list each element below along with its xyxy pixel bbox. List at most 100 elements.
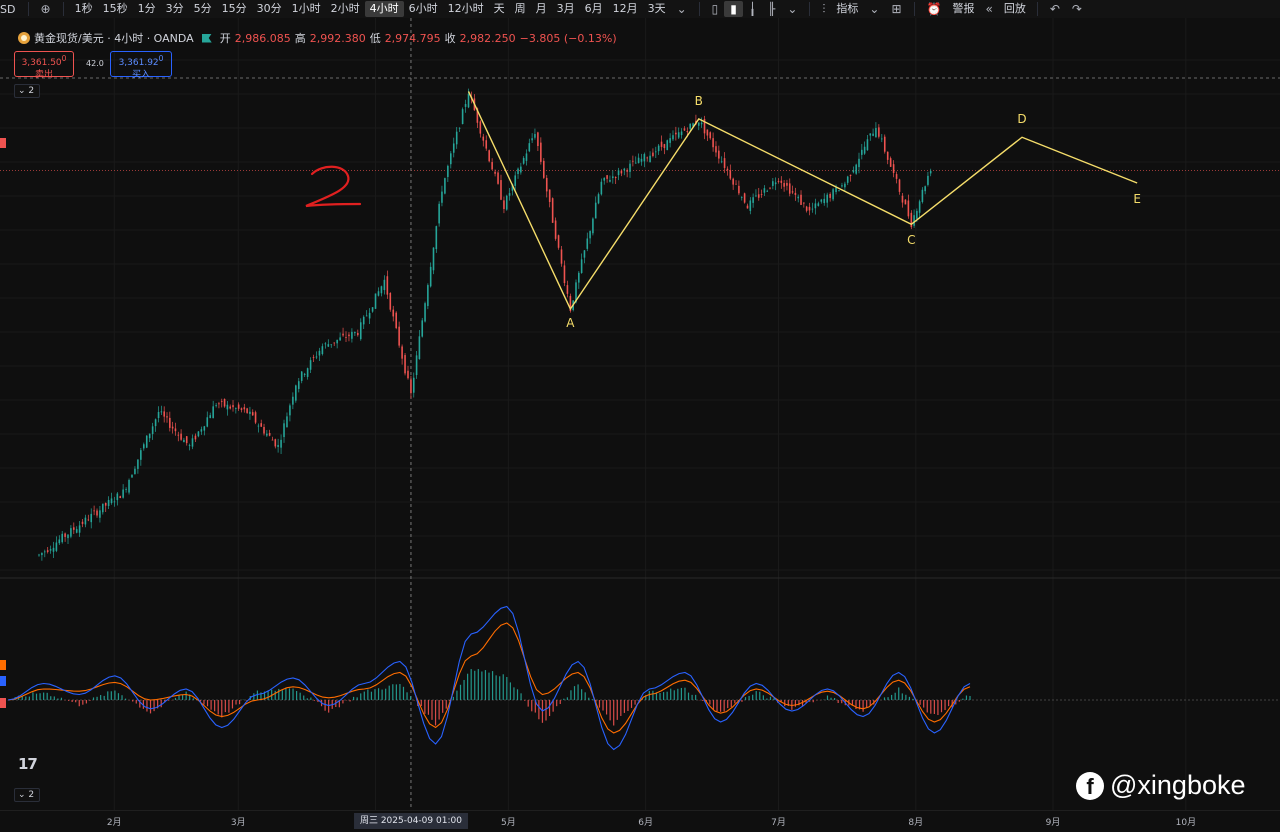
chart-area[interactable]: A B C D E: [0, 18, 1280, 832]
timeframe-button[interactable]: 1秒: [70, 1, 98, 17]
sell-label: 卖出: [34, 70, 53, 80]
timeframe-button[interactable]: 天: [489, 1, 510, 17]
timeframe-button[interactable]: 12月: [608, 1, 643, 17]
candle-body: [418, 336, 421, 360]
timeframe-button[interactable]: 12小时: [443, 1, 489, 17]
candle-body: [500, 180, 502, 200]
candle-body: [137, 459, 139, 469]
candle-body: [525, 153, 528, 161]
candle-body: [554, 220, 557, 239]
ohlc-style-icon[interactable]: ╟: [762, 2, 781, 16]
timeframe-button[interactable]: 3月: [552, 1, 580, 17]
candle-body: [603, 177, 606, 181]
candle-body: [166, 416, 168, 418]
candle-body: [755, 195, 757, 197]
bar-style-icon[interactable]: ▯: [706, 2, 725, 16]
timeframe-button[interactable]: 月: [531, 1, 552, 17]
timeframe-button[interactable]: 1小时: [287, 1, 326, 17]
candle-body: [169, 417, 171, 428]
timeframe-button[interactable]: 1分: [133, 1, 161, 17]
candle-body: [652, 152, 654, 157]
timeframe-button[interactable]: 15秒: [98, 1, 133, 17]
candle-body: [461, 109, 464, 125]
candle-body: [292, 396, 294, 405]
sell-button[interactable]: 3,361.500 卖出: [14, 51, 74, 80]
candle-body: [415, 355, 418, 376]
timeframe-button[interactable]: 5分: [189, 1, 217, 17]
buy-button[interactable]: 3,361.920 买入: [110, 51, 172, 80]
watermark: f @xingboke: [1076, 770, 1246, 801]
symbol-label[interactable]: USD: [0, 3, 22, 16]
alert-button[interactable]: 警报: [947, 1, 979, 17]
candle-body: [580, 259, 583, 273]
collapse-indicators-button[interactable]: ⌄ 2: [14, 84, 40, 98]
chevron-down-icon[interactable]: ⌄: [781, 2, 803, 16]
timeframe-button[interactable]: 15分: [217, 1, 252, 17]
timeframe-button[interactable]: 30分: [252, 1, 287, 17]
collapse-pane-button[interactable]: ⌄ 2: [14, 788, 40, 802]
tradingview-logo-icon[interactable]: 17: [18, 755, 38, 773]
candle-body: [455, 131, 458, 145]
timeframe-button[interactable]: 3天: [643, 1, 671, 17]
candle-body: [634, 162, 637, 164]
candle-body: [672, 135, 674, 140]
candle-body: [64, 533, 66, 537]
candle-body: [160, 411, 163, 413]
candle-body: [726, 168, 729, 171]
legend-high-label: 高: [294, 32, 306, 45]
candle-body: [171, 426, 174, 429]
candle-body: [823, 198, 826, 204]
time-axis[interactable]: 2月 3月 5月 6月 7月 8月 9月 10月 周三 2025-04-09 01:00: [0, 810, 1280, 832]
candle-body: [826, 194, 828, 203]
candle-body: [540, 142, 542, 162]
candle-body: [383, 279, 386, 291]
chevron-down-icon[interactable]: ⌄: [671, 2, 693, 16]
timeframe-button[interactable]: 2小时: [326, 1, 365, 17]
rewind-icon[interactable]: «: [979, 2, 998, 16]
undo-icon[interactable]: ↶: [1044, 2, 1066, 16]
candle-style-icon[interactable]: ▮: [724, 1, 743, 17]
timeframe-button[interactable]: 周: [510, 1, 531, 17]
candle-body: [927, 175, 929, 185]
chevron-down-icon[interactable]: ⌄: [863, 2, 885, 16]
indicators-icon[interactable]: ⫶: [816, 2, 831, 17]
candle-body: [78, 525, 81, 533]
candle-body: [680, 131, 683, 136]
candle-body: [371, 307, 374, 312]
timeframe-button[interactable]: 3分: [161, 1, 189, 17]
candle-body: [188, 445, 191, 446]
candle-body: [904, 199, 907, 205]
candle-body: [720, 161, 723, 163]
candle-body: [348, 334, 350, 337]
candle-body: [609, 179, 611, 182]
candle-body: [194, 435, 197, 440]
indicators-button[interactable]: 指标: [831, 1, 863, 17]
timeframe-button[interactable]: 6小时: [404, 1, 443, 17]
candle-body: [829, 193, 831, 198]
layout-grid-icon[interactable]: ⊞: [885, 2, 907, 16]
wave-label-a: A: [566, 316, 575, 330]
candle-body: [55, 542, 58, 551]
redo-icon[interactable]: ↷: [1066, 2, 1088, 16]
candle-body: [407, 370, 409, 379]
alarm-clock-icon[interactable]: ⏰: [921, 2, 948, 16]
replay-button[interactable]: 回放: [999, 1, 1031, 17]
timeframe-button[interactable]: 6月: [580, 1, 608, 17]
timeframe-button[interactable]: 4小时: [364, 1, 404, 17]
legend-title[interactable]: 黄金现货/美元 · 4小时 · OANDA: [34, 30, 194, 46]
candle-body: [333, 342, 336, 344]
wave-label-e: E: [1133, 192, 1141, 206]
candle-body: [817, 203, 820, 206]
plus-circle-icon[interactable]: ⊕: [35, 2, 57, 16]
candle-body: [263, 426, 265, 434]
candle-body: [300, 371, 303, 381]
candle-body: [58, 539, 61, 544]
candle-body: [119, 496, 122, 499]
line-style-icon[interactable]: ╽: [743, 2, 762, 16]
candle-body: [494, 171, 496, 174]
candle-body: [757, 194, 760, 198]
chart-legend: 黄金现货/美元 · 4小时 · OANDA 开 2,986.085 高 2,992.…: [18, 30, 617, 46]
candle-body: [545, 177, 548, 192]
candle-body: [669, 138, 671, 143]
candle-body: [740, 197, 743, 198]
